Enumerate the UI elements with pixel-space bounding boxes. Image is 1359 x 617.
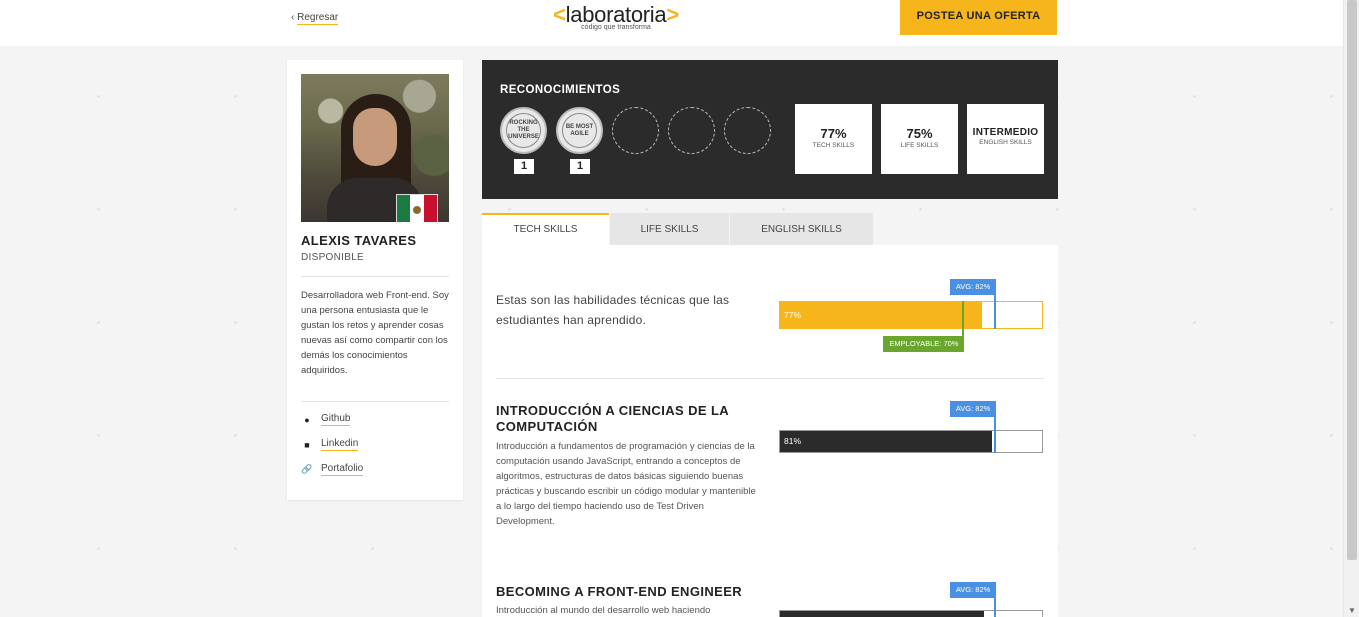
availability-status: DISPONIBLE	[301, 252, 365, 263]
recognitions-title: RECONOCIMIENTOS	[500, 84, 621, 96]
section-bar-fill	[780, 611, 985, 617]
top-bar: ‹ Regresar <laboratoria> código que tran…	[0, 0, 1343, 46]
back-chevron-icon: ‹	[291, 12, 295, 23]
section-title: BECOMING A FRONT-END ENGINEER	[496, 584, 743, 599]
empty-badge-slot	[724, 107, 771, 154]
profile-name: ALEXIS TAVARES	[301, 233, 417, 248]
tech-skills-score: 77% TECH SKILLS	[795, 104, 872, 174]
profile-card: ALEXIS TAVARES DISPONIBLE Desarrolladora…	[287, 60, 463, 500]
link-icon: 🔗	[301, 464, 313, 474]
tab-life-skills[interactable]: LIFE SKILLS	[610, 213, 729, 245]
mexico-flag-icon	[396, 194, 438, 222]
rocking-the-universe-badge-icon[interactable]: ROCKING THE UNIVERSE	[500, 107, 547, 154]
be-agile-badge-icon[interactable]: BE MOST AGILE	[556, 107, 603, 154]
english-skills-score: INTERMEDIO ENGLISH SKILLS	[967, 104, 1044, 174]
badge-count: 1	[570, 159, 590, 174]
employable-marker	[962, 301, 965, 336]
github-icon: ●	[304, 414, 310, 425]
tab-tech-skills[interactable]: TECH SKILLS	[482, 213, 609, 245]
summary-bar-fill: 77%	[780, 302, 982, 328]
section-skill-bar	[779, 610, 1043, 617]
laboratoria-logo[interactable]: <laboratoria> código que transforma	[546, 2, 686, 31]
linkedin-link[interactable]: ■ Linkedin	[301, 438, 359, 451]
back-link[interactable]: ‹ Regresar	[291, 12, 339, 25]
portfolio-link[interactable]: 🔗 Portafolio	[301, 463, 364, 476]
skills-content: Estas son las habilidades técnicas que l…	[482, 245, 1058, 617]
skills-intro-text: Estas son las habilidades técnicas que l…	[496, 293, 730, 327]
profile-bio: Desarrolladora web Front-end. Soy una pe…	[301, 290, 449, 376]
github-link[interactable]: ● Github	[301, 413, 351, 426]
section-title: INTRODUCCIÓN A CIENCIAS DE LA COMPUTACIÓ…	[496, 403, 729, 434]
average-tag: AVG: 82%	[949, 582, 997, 598]
back-link-label: Regresar	[297, 12, 339, 25]
empty-badge-slot	[668, 107, 715, 154]
section-bar-fill: 81%	[780, 431, 993, 452]
average-tag: AVG: 82%	[949, 279, 997, 295]
badge-count: 1	[514, 159, 534, 174]
employable-tag: EMPLOYABLE: 70%	[883, 336, 965, 352]
section-divider	[496, 378, 1044, 379]
divider	[301, 276, 449, 277]
scrollbar-thumb[interactable]	[1347, 0, 1357, 560]
divider	[301, 401, 449, 402]
section-skill-bar: 81%	[779, 430, 1043, 453]
average-tag: AVG: 82%	[949, 401, 997, 417]
summary-skill-bar: 77%	[779, 301, 1043, 329]
tab-english-skills[interactable]: ENGLISH SKILLS	[730, 213, 873, 245]
section-description: Introducción al mundo del desarrollo web…	[496, 605, 711, 616]
profile-photo	[301, 74, 449, 222]
life-skills-score: 75% LIFE SKILLS	[881, 104, 958, 174]
linkedin-icon: ■	[304, 439, 310, 450]
post-offer-button[interactable]: POSTEA UNA OFERTA	[900, 0, 1057, 35]
section-description: Introducción a fundamentos de programaci…	[496, 441, 756, 527]
page-scrollbar[interactable]: ▲ ▼	[1343, 0, 1359, 617]
scroll-down-arrow-icon[interactable]: ▼	[1348, 606, 1356, 615]
empty-badge-slot	[612, 107, 659, 154]
recognitions-panel: RECONOCIMIENTOS ROCKING THE UNIVERSE 1 BE …	[482, 60, 1058, 199]
